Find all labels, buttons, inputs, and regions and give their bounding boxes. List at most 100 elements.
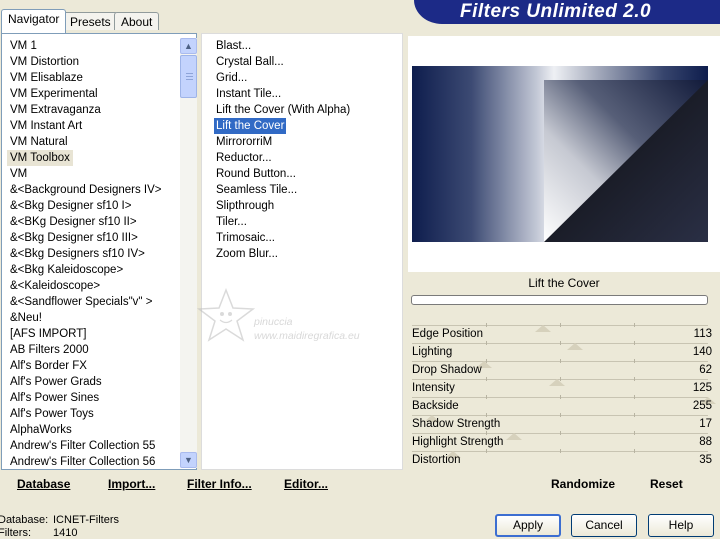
slider-label: Intensity — [412, 382, 455, 394]
category-item[interactable]: &<Bkg Kaleidoscope> — [7, 262, 126, 278]
cancel-button[interactable]: Cancel — [571, 514, 637, 537]
category-item[interactable]: VM Natural — [7, 134, 71, 150]
category-item[interactable]: VM Elisablaze — [7, 70, 86, 86]
slider-value: 140 — [692, 346, 712, 358]
slider-tick — [486, 323, 487, 327]
database-button[interactable]: Database — [17, 476, 70, 492]
slider-value: 62 — [699, 364, 712, 376]
category-item[interactable]: &Neu! — [7, 310, 45, 326]
slider-thumb[interactable] — [566, 343, 583, 350]
category-item[interactable]: VM Instant Art — [7, 118, 85, 134]
category-item[interactable]: &<Bkg Designers sf10 IV> — [7, 246, 148, 262]
filter-item[interactable]: Lift the Cover (With Alpha) — [214, 102, 352, 118]
slider-tick — [634, 341, 635, 345]
filter-item[interactable]: Crystal Ball... — [214, 54, 286, 70]
slider-tick — [486, 341, 487, 345]
scroll-up-button[interactable]: ▲ — [180, 38, 197, 54]
category-item[interactable]: AB Filters 2000 — [7, 342, 92, 358]
category-item[interactable]: VM — [7, 166, 30, 182]
slider-label: Edge Position — [412, 328, 483, 340]
category-item[interactable]: Alf's Border FX — [7, 358, 90, 374]
slider-value: 255 — [692, 400, 712, 412]
preview-filter-name: Lift the Cover — [408, 272, 720, 294]
filter-item[interactable]: Grid... — [214, 70, 249, 86]
import-button[interactable]: Import... — [108, 476, 155, 492]
slider-tick — [634, 323, 635, 327]
tab-presets[interactable]: Presets — [63, 12, 118, 30]
grip-line — [186, 79, 193, 80]
tab-about[interactable]: About — [114, 12, 160, 30]
slider-tick — [634, 377, 635, 381]
category-item[interactable]: VM 1 — [7, 38, 40, 54]
slider-label: Highlight Strength — [412, 436, 504, 448]
status-filters-label: Filters: — [0, 527, 31, 539]
scroll-down-button[interactable]: ▼ — [180, 452, 197, 468]
filter-item[interactable]: Trimosaic... — [214, 230, 277, 246]
randomize-button[interactable]: Randomize — [551, 476, 615, 492]
filter-info-button[interactable]: Filter Info... — [187, 476, 252, 492]
status-filters-value: 1410 — [53, 527, 78, 539]
window-title: Filters Unlimited 2.0 — [460, 1, 652, 22]
slider-thumb[interactable] — [549, 379, 566, 386]
editor-label: Editor... — [284, 477, 329, 491]
status-database-value: ICNET-Filters — [53, 514, 119, 526]
category-item[interactable]: Alf's Power Toys — [7, 406, 97, 422]
filter-info-label: Filter Info... — [187, 477, 252, 491]
reset-button[interactable]: Reset — [650, 476, 683, 492]
filter-item[interactable]: MirrororriM — [214, 134, 274, 150]
apply-button[interactable]: Apply — [495, 514, 561, 537]
slider-label: Drop Shadow — [412, 364, 482, 376]
filter-item[interactable]: Reductor... — [214, 150, 274, 166]
slider-thumb[interactable] — [535, 325, 552, 332]
progress-bar — [411, 295, 708, 305]
category-item[interactable]: AlphaWorks — [7, 422, 75, 438]
slider-label: Lighting — [412, 346, 453, 358]
grip-line — [186, 73, 193, 74]
filter-item[interactable]: Round Button... — [214, 166, 298, 182]
editor-button[interactable]: Editor... — [284, 476, 328, 492]
category-item[interactable]: Alf's Power Sines — [7, 390, 102, 406]
slider-value: 88 — [699, 436, 712, 448]
scroll-thumb[interactable] — [180, 55, 197, 98]
slider-tick — [634, 431, 635, 435]
category-item[interactable]: [AFS IMPORT] — [7, 326, 89, 342]
category-item[interactable]: &<BKg Designer sf10 II> — [7, 214, 140, 230]
slider-tick — [486, 395, 487, 399]
category-item[interactable]: VM Extravaganza — [7, 102, 104, 118]
category-scrollbar[interactable]: ▲ ▼ — [180, 38, 197, 468]
filter-item[interactable]: Lift the Cover — [214, 118, 287, 134]
slider-tick — [634, 395, 635, 399]
slider-tick — [486, 431, 487, 435]
category-item[interactable]: &<Bkg Designer sf10 I> — [7, 198, 134, 214]
slider-tick — [486, 377, 487, 381]
watermark-url: www.maidiregrafica.eu — [254, 330, 360, 342]
preview-image — [412, 66, 708, 242]
filter-item[interactable]: Slipthrough — [214, 198, 276, 214]
category-item[interactable]: Alf's Power Grads — [7, 374, 105, 390]
category-item[interactable]: &<Bkg Designer sf10 III> — [7, 230, 141, 246]
slider-tick — [634, 413, 635, 417]
category-item[interactable]: &<Background Designers IV> — [7, 182, 165, 198]
help-button[interactable]: Help — [648, 514, 714, 537]
category-item[interactable]: &<Sandflower Specials"v" > — [7, 294, 155, 310]
category-item[interactable]: VM Distortion — [7, 54, 82, 70]
category-item[interactable]: VM Experimental — [7, 86, 101, 102]
filter-item[interactable]: Tiler... — [214, 214, 249, 230]
slider-tick — [560, 359, 561, 363]
status-database-label: Database: — [0, 514, 49, 526]
slider-tick — [634, 359, 635, 363]
filter-item[interactable]: Seamless Tile... — [214, 182, 299, 198]
category-item[interactable]: Andrew's Filter Collection 55 — [7, 438, 158, 454]
slider-tick — [634, 449, 635, 453]
tab-navigator[interactable]: Navigator — [1, 9, 67, 33]
slider-thumb[interactable] — [506, 433, 523, 440]
category-item[interactable]: VM Toolbox — [7, 150, 73, 166]
slider-tick — [560, 449, 561, 453]
filter-item[interactable]: Blast... — [214, 38, 253, 54]
filter-item[interactable]: Instant Tile... — [214, 86, 283, 102]
filter-item[interactable]: Zoom Blur... — [214, 246, 280, 262]
parameter-slider[interactable]: Distortion 35 — [408, 449, 712, 471]
lift-cover-effect — [544, 80, 708, 242]
category-item[interactable]: &<Kaleidoscope> — [7, 278, 103, 294]
category-item[interactable]: Andrew's Filter Collection 56 — [7, 454, 158, 470]
